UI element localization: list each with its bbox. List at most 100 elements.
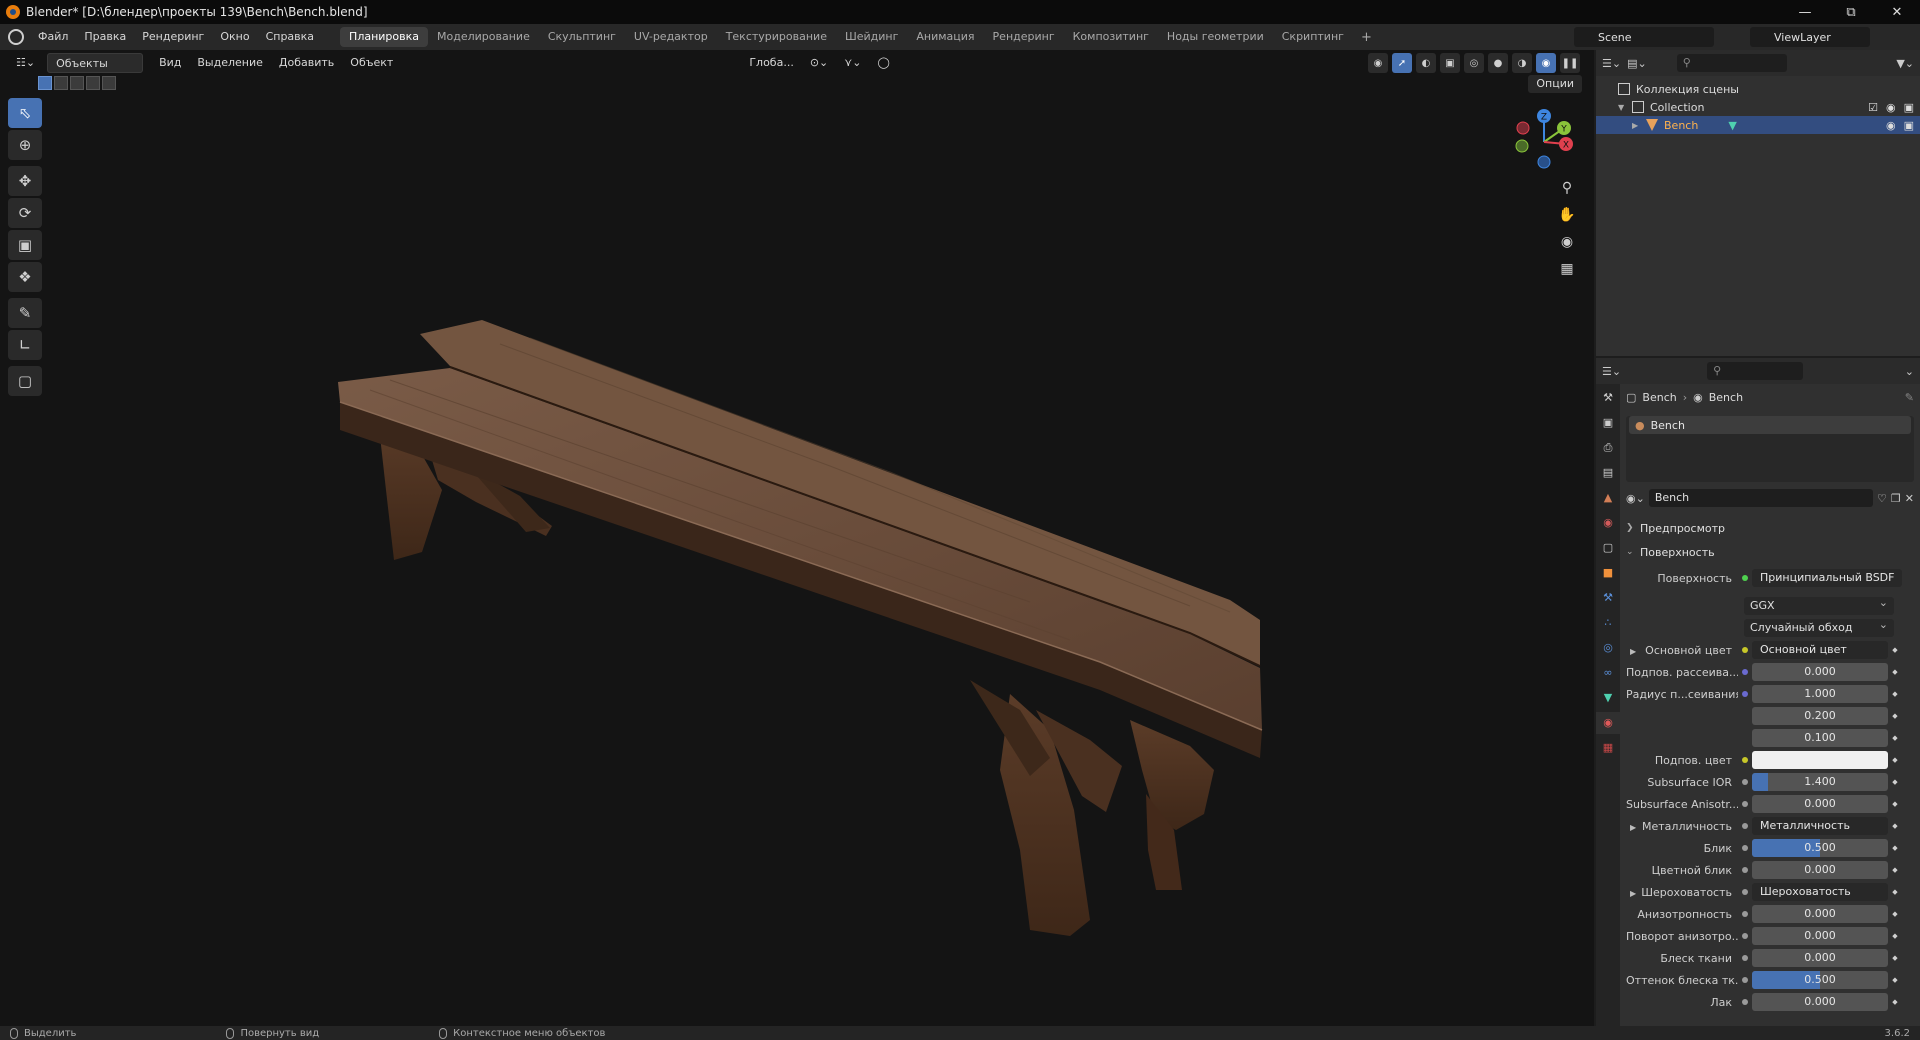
overlay-icon[interactable]: ◐ [1416, 53, 1436, 73]
duplicate-material-icon[interactable]: ❐ [1891, 492, 1901, 505]
socket-dot-icon[interactable] [1738, 669, 1752, 675]
keyframe-dot-icon[interactable]: ◆ [1888, 910, 1902, 918]
outliner-editor-type-icon[interactable]: ☰⌄ [1602, 57, 1621, 70]
keyframe-dot-icon[interactable]: ◆ [1888, 976, 1902, 984]
distribution-dropdown[interactable]: GGX [1744, 594, 1894, 615]
value-slider[interactable]: 0.000 [1752, 795, 1888, 813]
world-tab-icon[interactable]: ◉ [1596, 512, 1620, 534]
linked-input-field[interactable]: Шероховатость [1752, 883, 1888, 901]
pan-hand-icon[interactable]: ✋ [1555, 203, 1579, 227]
rendered-shading-icon[interactable]: ◉ [1536, 53, 1556, 73]
keyframe-dot-icon[interactable]: ◆ [1888, 668, 1902, 676]
material-slot-item[interactable]: ● Bench [1629, 416, 1911, 434]
view-layer-tab-icon[interactable]: ▤ [1596, 462, 1620, 484]
object-tab-icon[interactable]: ■ [1596, 562, 1620, 584]
surface-panel-header[interactable]: ⌄ Поверхность [1626, 541, 1914, 563]
tab-compositing[interactable]: Композитинг [1064, 27, 1158, 47]
blender-menu-icon[interactable] [8, 29, 24, 45]
snap-icon[interactable]: ⋎⌄ [836, 53, 869, 73]
value-slider[interactable]: 0.000 [1752, 927, 1888, 945]
minimize-button[interactable]: — [1782, 0, 1828, 24]
value-slider[interactable]: 0.500 [1752, 971, 1888, 989]
browse-material-icon[interactable]: ◉⌄ [1626, 492, 1645, 505]
properties-editor-type-icon[interactable]: ☰⌄ [1602, 365, 1621, 378]
tab-sculpting[interactable]: Скульптинг [539, 27, 625, 47]
maximize-button[interactable]: ⧉ [1828, 0, 1874, 24]
tab-texture-paint[interactable]: Текстурирование [717, 27, 836, 47]
editor-type-icon[interactable]: ☷⌄ [8, 53, 43, 73]
keyframe-dot-icon[interactable]: ◆ [1888, 822, 1902, 830]
select-box-tool-icon[interactable]: ⬁ [8, 98, 42, 128]
value-slider[interactable]: 0.000 [1752, 905, 1888, 923]
tool-tab-icon[interactable]: ⚒ [1596, 387, 1620, 409]
surface-shader-field[interactable]: Принципиальный BSDF [1752, 569, 1902, 587]
material-slot-list[interactable]: ● Bench [1626, 416, 1914, 482]
properties-search-input[interactable]: ⚲ [1707, 362, 1804, 380]
value-slider[interactable]: 0.000 [1752, 663, 1888, 681]
socket-dot-icon[interactable] [1738, 999, 1752, 1005]
color-swatch[interactable] [1752, 751, 1888, 769]
material-tab-icon[interactable]: ◉ [1596, 712, 1620, 734]
keyframe-dot-icon[interactable]: ◆ [1888, 888, 1902, 896]
exclude-checkbox-icon[interactable]: ☑ [1868, 101, 1878, 114]
socket-dot-icon[interactable] [1738, 845, 1752, 851]
navigation-gizmo[interactable]: Z Y X [1508, 106, 1580, 178]
keyframe-dot-icon[interactable]: ◆ [1888, 646, 1902, 654]
tab-rendering[interactable]: Рендеринг [984, 27, 1064, 47]
tab-geometry-nodes[interactable]: Ноды геометрии [1158, 27, 1273, 47]
outliner-collection[interactable]: ▼ Collection ☑ ◉ ▣ [1596, 98, 1920, 116]
linked-input-field[interactable]: Металличность [1752, 817, 1888, 835]
outliner-filter-icon[interactable]: ▼⌄ [1896, 57, 1914, 70]
value-slider[interactable]: 0.100 [1752, 729, 1888, 747]
move-tool-icon[interactable]: ✥ [8, 166, 42, 196]
value-slider[interactable]: 1.000 [1752, 685, 1888, 703]
view-layer-selector[interactable]: ViewLayer [1750, 27, 1870, 47]
keyframe-dot-icon[interactable]: ◆ [1888, 712, 1902, 720]
constraints-tab-icon[interactable]: ∞ [1596, 662, 1620, 684]
outliner-search-input[interactable]: ⚲ [1676, 54, 1787, 72]
expand-object-icon[interactable]: ▶ [1632, 121, 1646, 130]
socket-dot-icon[interactable] [1738, 823, 1752, 829]
menu-render[interactable]: Рендеринг [134, 24, 212, 50]
keyframe-dot-icon[interactable]: ◆ [1888, 954, 1902, 962]
add-workspace-button[interactable]: + [1353, 30, 1380, 45]
expand-triangle-icon[interactable]: ▶ [1630, 823, 1636, 832]
socket-dot-icon[interactable] [1738, 801, 1752, 807]
socket-dot-icon[interactable] [1738, 977, 1752, 983]
expand-triangle-icon[interactable]: ▶ [1630, 889, 1636, 898]
tab-modeling[interactable]: Моделирование [428, 27, 539, 47]
wireframe-shading-icon[interactable]: ◎ [1464, 53, 1484, 73]
menu-select[interactable]: Выделение [189, 53, 271, 73]
rotate-tool-icon[interactable]: ⟳ [8, 198, 42, 228]
select-invert-icon[interactable] [86, 76, 100, 90]
bench-3d-model[interactable] [330, 290, 1290, 950]
socket-dot-icon[interactable] [1738, 757, 1752, 763]
fake-user-icon[interactable]: ♡ [1877, 492, 1887, 505]
keyframe-dot-icon[interactable]: ◆ [1888, 998, 1902, 1006]
keyframe-dot-icon[interactable]: ◆ [1888, 866, 1902, 874]
scene-tab-icon[interactable]: ▲ [1596, 487, 1620, 509]
eye-icon[interactable]: ◉ [1886, 101, 1896, 114]
keyframe-dot-icon[interactable]: ◆ [1888, 932, 1902, 940]
pause-render-icon[interactable]: ❚❚ [1560, 53, 1580, 73]
camera-icon[interactable]: ▣ [1904, 101, 1914, 114]
perspective-grid-icon[interactable]: ▦ [1555, 257, 1579, 281]
keyframe-dot-icon[interactable]: ◆ [1888, 844, 1902, 852]
3d-viewport[interactable]: ☷⌄ Объекты Вид Выделение Добавить Объект… [0, 50, 1594, 1026]
menu-object[interactable]: Объект [342, 53, 401, 73]
tab-shading[interactable]: Шейдинг [836, 27, 907, 47]
add-cube-tool-icon[interactable]: ▢ [8, 366, 42, 396]
pivot-point-icon[interactable]: ⊙⌄ [802, 53, 836, 73]
menu-edit[interactable]: Правка [76, 24, 134, 50]
annotate-tool-icon[interactable]: ✎ [8, 298, 42, 328]
render-tab-icon[interactable]: ▣ [1596, 412, 1620, 434]
linked-input-field[interactable]: Основной цвет [1752, 641, 1888, 659]
select-new-icon[interactable] [38, 76, 52, 90]
close-button[interactable]: ✕ [1874, 0, 1920, 24]
menu-add[interactable]: Добавить [271, 53, 342, 73]
transform-orientation-dropdown[interactable]: Глоба... [741, 53, 801, 73]
expand-triangle-icon[interactable]: ▶ [1630, 647, 1636, 656]
scene-selector[interactable]: Scene [1574, 27, 1714, 47]
transform-tool-icon[interactable]: ❖ [8, 262, 42, 292]
material-shading-icon[interactable]: ◑ [1512, 53, 1532, 73]
